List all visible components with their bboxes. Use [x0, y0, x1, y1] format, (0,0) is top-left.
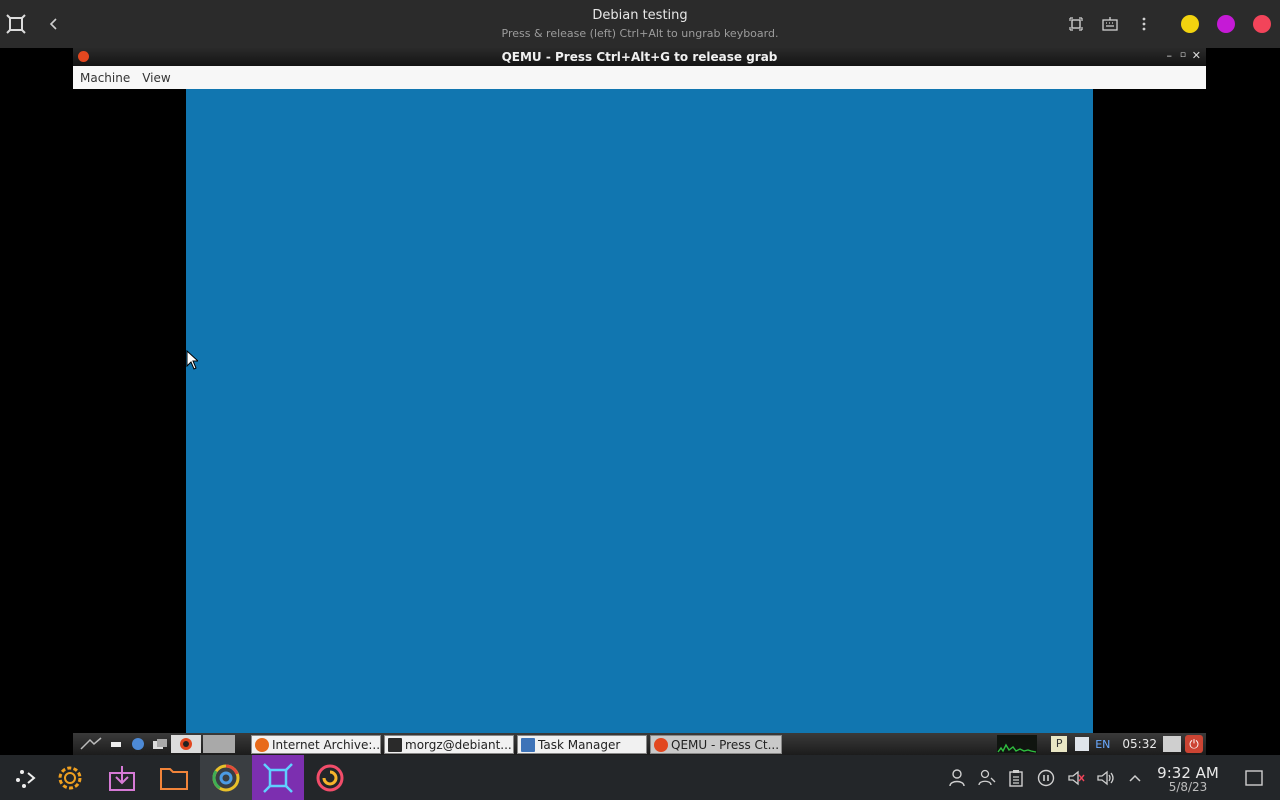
window-title: Debian testing — [592, 8, 688, 23]
qemu-title: QEMU - Press Ctrl+Alt+G to release grab — [501, 50, 778, 64]
browser-launch-icon[interactable] — [127, 735, 149, 753]
yellow-dot-button[interactable] — [1181, 15, 1199, 33]
menu-view[interactable]: View — [142, 71, 170, 85]
keyboard-layout[interactable]: EN — [1095, 738, 1110, 751]
mouse-cursor-icon — [186, 350, 198, 370]
clipboard-icon[interactable] — [1005, 767, 1027, 789]
task-qemu[interactable]: QEMU - Press Ct... — [650, 735, 782, 754]
media-pause-icon[interactable] — [1035, 767, 1057, 789]
red-dot-button[interactable] — [1253, 15, 1271, 33]
guest-tray: P EN 05:32 ⏻ — [997, 733, 1206, 755]
firefox-icon — [255, 737, 269, 752]
files-icon[interactable] — [148, 755, 200, 800]
windows-icon[interactable] — [149, 735, 171, 753]
purple-dot-button[interactable] — [1217, 15, 1235, 33]
more-icon[interactable] — [1132, 12, 1156, 36]
task-task-manager[interactable]: Task Manager — [517, 735, 647, 754]
vm-display[interactable] — [186, 89, 1093, 733]
qemu-title-bar: QEMU - Press Ctrl+Alt+G to release grab … — [73, 48, 1206, 66]
chrome-icon[interactable] — [200, 755, 252, 800]
task-label: morgz@debiant... — [405, 737, 512, 752]
settings-icon[interactable] — [44, 755, 96, 800]
fullscreen-icon[interactable] — [1064, 12, 1088, 36]
guest-taskbar: Internet Archive:... morgz@debiant... Ta… — [73, 733, 1206, 755]
power-icon[interactable]: ⏻ — [1185, 735, 1203, 753]
qemu-icon — [654, 737, 668, 752]
user-switch-icon[interactable] — [976, 767, 998, 789]
display-icon[interactable] — [1163, 736, 1181, 752]
close-icon[interactable]: ✕ — [1192, 49, 1201, 62]
chevron-up-icon[interactable] — [1124, 767, 1146, 789]
app-frame-icon[interactable] — [252, 755, 304, 800]
user-icon[interactable] — [946, 767, 968, 789]
guest-clock[interactable]: 05:32 — [1122, 737, 1157, 751]
clipboard-icon[interactable]: P — [1051, 736, 1068, 752]
qemu-menubar: Machine View — [73, 66, 1206, 89]
keyboard-icon[interactable] — [1098, 12, 1122, 36]
host-taskbar — [0, 755, 1280, 800]
show-desktop-icon[interactable] — [105, 735, 127, 753]
app-frame-icon[interactable] — [4, 12, 28, 36]
host-clock-date[interactable]: 5/8/23 — [1150, 780, 1226, 794]
task-internet-archive[interactable]: Internet Archive:... — [251, 735, 381, 754]
task-label: QEMU - Press Ct... — [671, 737, 780, 752]
cpu-graph-icon — [997, 735, 1038, 753]
minimize-icon[interactable]: – — [1167, 49, 1173, 62]
mic-muted-icon[interactable] — [1065, 767, 1087, 789]
task-label: Task Manager — [538, 737, 621, 752]
notifications-icon[interactable] — [1243, 767, 1265, 789]
menu-machine[interactable]: Machine — [80, 71, 130, 85]
back-icon[interactable] — [42, 12, 66, 36]
task-label: Internet Archive:... — [272, 737, 381, 752]
restore-icon[interactable]: ▫ — [1180, 50, 1186, 60]
workspace-icon[interactable] — [203, 735, 235, 753]
task-terminal[interactable]: morgz@debiant... — [384, 735, 514, 754]
outer-title-bar: Debian testing Press & release (left) Ct… — [0, 0, 1280, 48]
network-icon[interactable] — [1075, 737, 1090, 751]
volume-icon[interactable] — [1095, 767, 1117, 789]
window-subtitle: Press & release (left) Ctrl+Alt to ungra… — [501, 27, 779, 40]
task-manager-icon — [521, 737, 535, 752]
guest-menu-icon[interactable] — [77, 735, 105, 753]
qemu-launch-icon[interactable] — [171, 735, 201, 753]
terminal-icon — [388, 737, 402, 752]
discover-icon[interactable] — [96, 755, 148, 800]
firefox-icon[interactable] — [304, 755, 356, 800]
